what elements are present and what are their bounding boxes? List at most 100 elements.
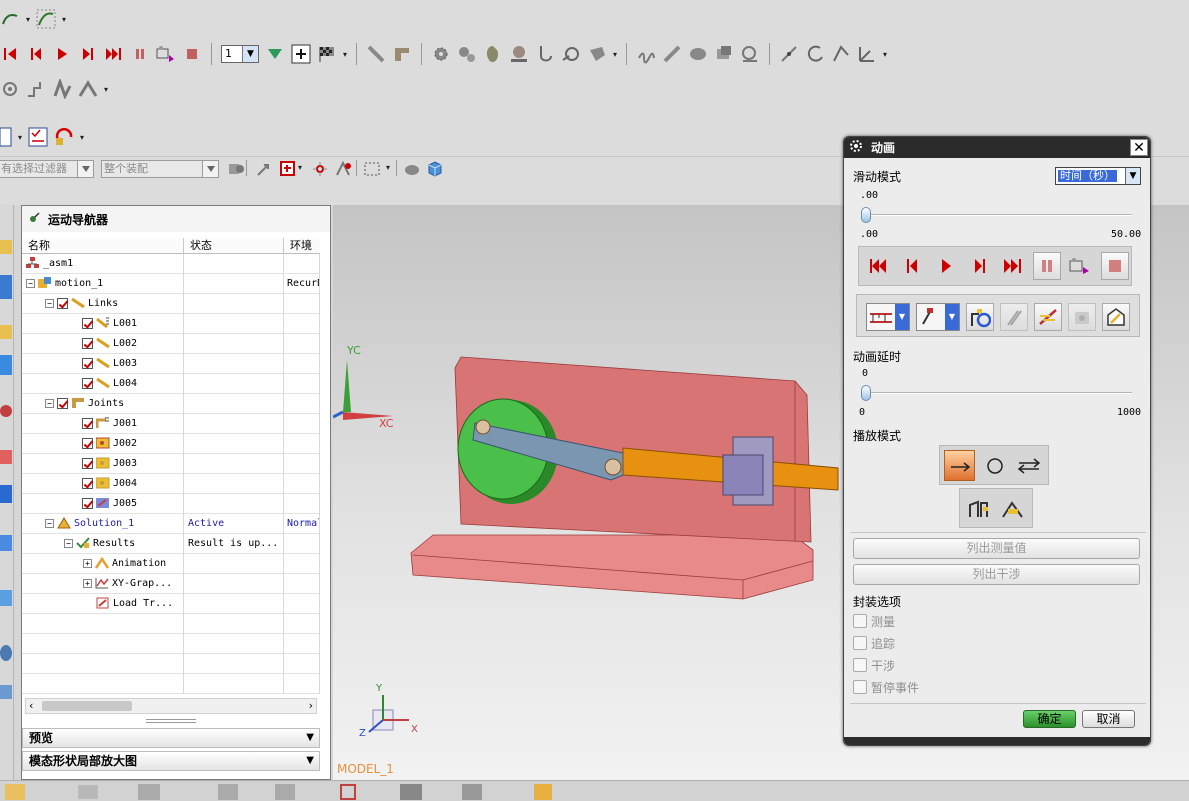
tree-row-animation[interactable]: + Animation bbox=[22, 554, 320, 574]
filter-assembly-icon[interactable] bbox=[226, 159, 246, 179]
marker-dropdown-icon[interactable]: ▾ bbox=[883, 50, 887, 59]
mechanism-icon[interactable] bbox=[52, 79, 72, 99]
tree-row-joint[interactable]: J001 bbox=[22, 414, 320, 434]
rewind-start-icon[interactable] bbox=[0, 44, 20, 64]
contact-2d-icon[interactable] bbox=[740, 44, 760, 64]
visibility-checkbox[interactable] bbox=[82, 417, 93, 429]
list-interference-button[interactable]: 列出干涉 bbox=[853, 564, 1140, 585]
expand-icon[interactable]: + bbox=[83, 558, 92, 568]
scalar-force-icon[interactable] bbox=[0, 79, 20, 99]
resource-tab-icon[interactable] bbox=[0, 485, 12, 503]
resource-tab-icon[interactable] bbox=[0, 405, 12, 417]
snapshot-button[interactable] bbox=[1102, 303, 1130, 331]
ok-button[interactable]: 确定 bbox=[1023, 710, 1076, 728]
play-once-button[interactable] bbox=[944, 450, 975, 481]
stop-button[interactable] bbox=[1101, 252, 1129, 280]
select-feature-dropdown-icon[interactable]: ▾ bbox=[298, 163, 302, 172]
tree-row-joint[interactable]: J004 bbox=[22, 474, 320, 494]
collapse-icon[interactable]: − bbox=[26, 278, 35, 288]
resource-tab-icon[interactable] bbox=[0, 450, 12, 464]
resource-tab-icon[interactable] bbox=[0, 590, 12, 606]
column-header-name[interactable]: 名称 bbox=[22, 238, 184, 254]
step-forward-icon[interactable] bbox=[970, 256, 990, 276]
delay-slider-thumb[interactable] bbox=[861, 385, 871, 401]
tree-row-motion[interactable]: − motion_1 RecurDyn bbox=[22, 274, 320, 294]
visibility-checkbox[interactable] bbox=[82, 437, 93, 449]
fast-forward-icon[interactable] bbox=[1003, 256, 1023, 276]
contact-3d-icon[interactable] bbox=[714, 44, 734, 64]
select-feature-icon[interactable] bbox=[278, 159, 298, 179]
gear-icon[interactable] bbox=[431, 44, 451, 64]
curve-icon[interactable] bbox=[0, 9, 20, 29]
ping-pong-icon[interactable] bbox=[1016, 456, 1042, 476]
dialog-title-bar[interactable]: 动画 bbox=[844, 137, 1150, 158]
tree-row-joint[interactable]: J003 bbox=[22, 454, 320, 474]
point-on-surface-icon[interactable] bbox=[831, 44, 851, 64]
tree-row-joints[interactable]: − Joints bbox=[22, 394, 320, 414]
driver-dropdown-icon[interactable]: ▾ bbox=[104, 85, 108, 94]
pin-icon[interactable] bbox=[28, 211, 40, 227]
record-icon[interactable] bbox=[1069, 256, 1089, 276]
tree-row-xy-graph[interactable]: + XY-Grap... bbox=[22, 574, 320, 594]
collapse-icon[interactable]: − bbox=[45, 298, 54, 308]
hidden-components-icon[interactable] bbox=[402, 159, 422, 179]
mode-shape-panel-header[interactable]: 模态形状局部放大图 ▼ bbox=[22, 751, 320, 771]
gear-rack-icon[interactable] bbox=[509, 44, 529, 64]
visibility-checkbox[interactable] bbox=[82, 357, 93, 369]
horizontal-scrollbar[interactable]: ‹ › bbox=[25, 698, 317, 714]
stop-icon[interactable] bbox=[182, 44, 202, 64]
spline-icon[interactable] bbox=[36, 9, 56, 29]
visibility-checkbox[interactable] bbox=[82, 337, 93, 349]
visibility-checkbox[interactable] bbox=[57, 297, 68, 309]
tree-row-links[interactable]: − Links bbox=[22, 294, 320, 314]
box-select-icon[interactable] bbox=[362, 159, 382, 179]
camera-button[interactable] bbox=[1068, 303, 1096, 331]
packaging-icon[interactable] bbox=[1000, 499, 1026, 519]
checklist-icon[interactable] bbox=[28, 127, 48, 147]
driver-icon[interactable] bbox=[78, 79, 98, 99]
visibility-checkbox[interactable] bbox=[82, 497, 93, 509]
spline-dropdown-icon[interactable]: ▾ bbox=[62, 15, 66, 24]
window-icon[interactable] bbox=[78, 785, 98, 799]
time-slider-thumb[interactable] bbox=[861, 207, 871, 223]
rewind-start-icon[interactable] bbox=[868, 256, 888, 276]
measure-option[interactable]: 测量 bbox=[853, 613, 895, 629]
box-select-dropdown-icon[interactable]: ▾ bbox=[386, 163, 390, 172]
trace-option[interactable]: 追踪 bbox=[853, 635, 895, 651]
delay-slider-track[interactable] bbox=[862, 392, 1132, 394]
track-button[interactable] bbox=[966, 303, 994, 331]
step-select[interactable]: 1 ▼ bbox=[221, 45, 259, 63]
column-header-status[interactable]: 状态 bbox=[184, 238, 284, 254]
component-cube-icon[interactable] bbox=[425, 159, 445, 179]
tree-row-results[interactable]: − Results Result is up... bbox=[22, 534, 320, 554]
tree-row-link[interactable]: L001 bbox=[22, 314, 320, 334]
tree-row-link[interactable]: L004 bbox=[22, 374, 320, 394]
resource-tab-icon[interactable] bbox=[0, 535, 12, 551]
tree-row-load-transfer[interactable]: Load Tr... bbox=[22, 594, 320, 614]
sequence-icon[interactable] bbox=[462, 784, 482, 800]
type-filter-select[interactable]: 有选择过滤器 bbox=[0, 160, 94, 178]
resource-tab-icon[interactable] bbox=[0, 685, 12, 699]
tree-row-joint[interactable]: J005 bbox=[22, 494, 320, 514]
loop-mode-icon[interactable] bbox=[982, 456, 1008, 476]
visibility-checkbox[interactable] bbox=[82, 317, 93, 329]
visibility-checkbox[interactable] bbox=[57, 397, 68, 409]
vector-force-icon[interactable] bbox=[26, 79, 46, 99]
preview-panel-header[interactable]: 预览 ▼ bbox=[22, 728, 320, 748]
step-back-icon[interactable] bbox=[902, 256, 922, 276]
finish-flag-icon[interactable] bbox=[317, 44, 337, 64]
scrollbar-thumb[interactable] bbox=[42, 701, 132, 711]
joint-icon[interactable] bbox=[392, 44, 412, 64]
flag-dropdown-icon[interactable]: ▾ bbox=[343, 50, 347, 59]
curve-curve-icon[interactable] bbox=[805, 44, 825, 64]
resource-tab-icon[interactable] bbox=[0, 240, 12, 254]
slide-mode-select[interactable]: 时间（秒） ▼ bbox=[1055, 167, 1141, 185]
wave-link-icon[interactable] bbox=[534, 784, 552, 800]
gear-icon[interactable] bbox=[849, 139, 863, 156]
explode-mode-button[interactable] bbox=[1034, 303, 1062, 331]
time-slider-track[interactable] bbox=[862, 214, 1132, 216]
connected-select-icon[interactable] bbox=[333, 159, 353, 179]
marker-icon[interactable] bbox=[857, 44, 877, 64]
collapse-icon[interactable]: − bbox=[45, 518, 54, 528]
chevron-down-icon[interactable]: ▼ bbox=[306, 729, 314, 747]
